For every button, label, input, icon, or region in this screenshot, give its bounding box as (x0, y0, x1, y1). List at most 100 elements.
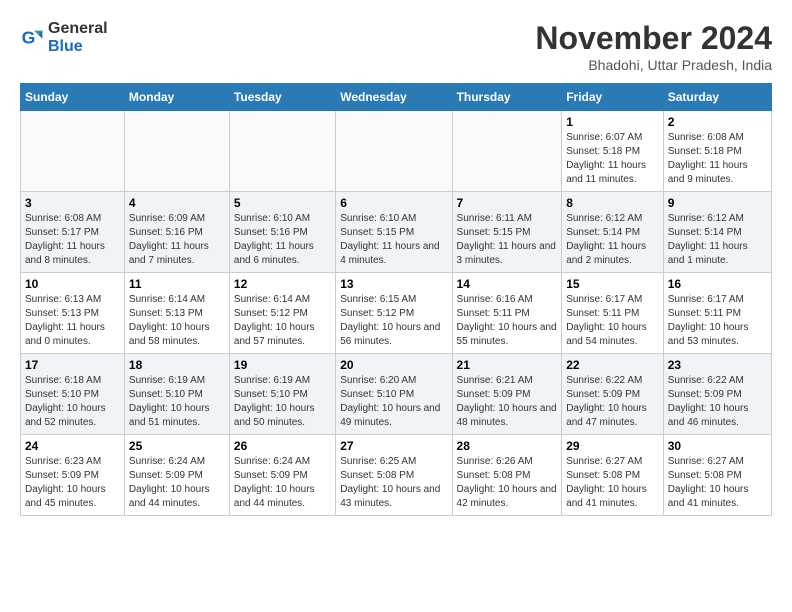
header-wednesday: Wednesday (336, 84, 452, 111)
day-info: Sunrise: 6:22 AMSunset: 5:09 PMDaylight:… (566, 374, 659, 430)
calendar-cell (336, 111, 452, 192)
day-number: 2 (668, 115, 767, 129)
day-number: 17 (25, 358, 120, 372)
day-info: Sunrise: 6:14 AMSunset: 5:13 PMDaylight:… (129, 293, 225, 349)
calendar-table: SundayMondayTuesdayWednesdayThursdayFrid… (20, 83, 772, 516)
calendar-cell (21, 111, 125, 192)
calendar-cell (452, 111, 562, 192)
day-number: 29 (566, 439, 659, 453)
calendar-cell: 23 Sunrise: 6:22 AMSunset: 5:09 PMDayligh… (663, 354, 771, 435)
calendar-cell: 20 Sunrise: 6:20 AMSunset: 5:10 PMDayligh… (336, 354, 452, 435)
calendar-cell: 3 Sunrise: 6:08 AMSunset: 5:17 PMDaylight… (21, 192, 125, 273)
day-number: 30 (668, 439, 767, 453)
logo: G General Blue (20, 20, 108, 56)
day-number: 20 (340, 358, 447, 372)
day-number: 26 (234, 439, 331, 453)
day-number: 11 (129, 277, 225, 291)
day-number: 28 (457, 439, 558, 453)
day-number: 14 (457, 277, 558, 291)
day-info: Sunrise: 6:12 AMSunset: 5:14 PMDaylight:… (668, 212, 767, 268)
calendar-cell: 13 Sunrise: 6:15 AMSunset: 5:12 PMDayligh… (336, 273, 452, 354)
day-info: Sunrise: 6:10 AMSunset: 5:16 PMDaylight:… (234, 212, 331, 268)
calendar-cell: 4Sunrise: 6:09 AMSunset: 5:16 PMDaylight… (124, 192, 229, 273)
calendar-cell: 27Sunrise: 6:25 AMSunset: 5:08 PMDayligh… (336, 435, 452, 516)
day-info: Sunrise: 6:15 AMSunset: 5:12 PMDaylight:… (340, 293, 447, 349)
day-info: Sunrise: 6:11 AMSunset: 5:15 PMDaylight:… (457, 212, 558, 268)
day-number: 5 (234, 196, 331, 210)
day-info: Sunrise: 6:20 AMSunset: 5:10 PMDaylight:… (340, 374, 447, 430)
header-friday: Friday (562, 84, 664, 111)
header-sunday: Sunday (21, 84, 125, 111)
header-monday: Monday (124, 84, 229, 111)
calendar-cell: 15 Sunrise: 6:17 AMSunset: 5:11 PMDayligh… (562, 273, 664, 354)
day-number: 7 (457, 196, 558, 210)
day-number: 19 (234, 358, 331, 372)
calendar-cell: 12 Sunrise: 6:14 AMSunset: 5:12 PMDayligh… (229, 273, 335, 354)
header-thursday: Thursday (452, 84, 562, 111)
calendar-cell: 1Sunrise: 6:07 AMSunset: 5:18 PMDaylight… (562, 111, 664, 192)
logo-blue: Blue (48, 38, 83, 55)
day-info: Sunrise: 6:09 AMSunset: 5:16 PMDaylight:… (129, 212, 225, 268)
calendar-cell: 26 Sunrise: 6:24 AMSunset: 5:09 PMDayligh… (229, 435, 335, 516)
calendar-cell: 5 Sunrise: 6:10 AMSunset: 5:16 PMDaylight… (229, 192, 335, 273)
calendar-cell: 11 Sunrise: 6:14 AMSunset: 5:13 PMDayligh… (124, 273, 229, 354)
day-info: Sunrise: 6:27 AMSunset: 5:08 PMDaylight:… (566, 455, 659, 511)
week-row-4: 17 Sunrise: 6:18 AMSunset: 5:10 PMDayligh… (21, 354, 772, 435)
calendar-cell: 9 Sunrise: 6:12 AMSunset: 5:14 PMDaylight… (663, 192, 771, 273)
week-row-1: 1Sunrise: 6:07 AMSunset: 5:18 PMDaylight… (21, 111, 772, 192)
calendar-cell (229, 111, 335, 192)
page-header: G General Blue November 2024 Bhadohi, Ut… (20, 20, 772, 73)
day-number: 21 (457, 358, 558, 372)
day-info: Sunrise: 6:24 AMSunset: 5:09 PMDaylight:… (129, 455, 225, 511)
day-info: Sunrise: 6:17 AMSunset: 5:11 PMDaylight:… (566, 293, 659, 349)
month-title: November 2024 (535, 20, 772, 57)
day-info: Sunrise: 6:10 AMSunset: 5:15 PMDaylight:… (340, 212, 447, 268)
day-info: Sunrise: 6:22 AMSunset: 5:09 PMDaylight:… (668, 374, 767, 430)
calendar-cell: 21 Sunrise: 6:21 AMSunset: 5:09 PMDayligh… (452, 354, 562, 435)
day-number: 16 (668, 277, 767, 291)
day-number: 3 (25, 196, 120, 210)
calendar-cell: 2Sunrise: 6:08 AMSunset: 5:18 PMDaylight… (663, 111, 771, 192)
day-info: Sunrise: 6:16 AMSunset: 5:11 PMDaylight:… (457, 293, 558, 349)
calendar-cell: 18 Sunrise: 6:19 AMSunset: 5:10 PMDayligh… (124, 354, 229, 435)
week-row-3: 10 Sunrise: 6:13 AMSunset: 5:13 PMDayligh… (21, 273, 772, 354)
logo-general: General (48, 20, 108, 37)
calendar-cell: 30Sunrise: 6:27 AMSunset: 5:08 PMDayligh… (663, 435, 771, 516)
header-tuesday: Tuesday (229, 84, 335, 111)
day-info: Sunrise: 6:21 AMSunset: 5:09 PMDaylight:… (457, 374, 558, 430)
day-info: Sunrise: 6:13 AMSunset: 5:13 PMDaylight:… (25, 293, 120, 349)
day-info: Sunrise: 6:17 AMSunset: 5:11 PMDaylight:… (668, 293, 767, 349)
day-number: 12 (234, 277, 331, 291)
calendar-cell (124, 111, 229, 192)
svg-text:G: G (22, 28, 36, 48)
day-number: 22 (566, 358, 659, 372)
day-info: Sunrise: 6:12 AMSunset: 5:14 PMDaylight:… (566, 212, 659, 268)
calendar-cell: 8 Sunrise: 6:12 AMSunset: 5:14 PMDaylight… (562, 192, 664, 273)
calendar-cell: 6 Sunrise: 6:10 AMSunset: 5:15 PMDaylight… (336, 192, 452, 273)
calendar-cell: 28Sunrise: 6:26 AMSunset: 5:08 PMDayligh… (452, 435, 562, 516)
day-info: Sunrise: 6:24 AMSunset: 5:09 PMDaylight:… (234, 455, 331, 511)
day-number: 23 (668, 358, 767, 372)
day-number: 27 (340, 439, 447, 453)
calendar-cell: 25 Sunrise: 6:24 AMSunset: 5:09 PMDayligh… (124, 435, 229, 516)
day-number: 13 (340, 277, 447, 291)
day-info: Sunrise: 6:19 AMSunset: 5:10 PMDaylight:… (234, 374, 331, 430)
day-number: 8 (566, 196, 659, 210)
day-info: Sunrise: 6:07 AMSunset: 5:18 PMDaylight:… (566, 131, 659, 187)
day-info: Sunrise: 6:19 AMSunset: 5:10 PMDaylight:… (129, 374, 225, 430)
header-row: SundayMondayTuesdayWednesdayThursdayFrid… (21, 84, 772, 111)
calendar-cell: 16 Sunrise: 6:17 AMSunset: 5:11 PMDayligh… (663, 273, 771, 354)
day-info: Sunrise: 6:08 AMSunset: 5:17 PMDaylight:… (25, 212, 120, 268)
day-number: 25 (129, 439, 225, 453)
week-row-2: 3 Sunrise: 6:08 AMSunset: 5:17 PMDaylight… (21, 192, 772, 273)
day-number: 10 (25, 277, 120, 291)
day-number: 24 (25, 439, 120, 453)
logo-icon: G (20, 26, 44, 50)
calendar-cell: 7 Sunrise: 6:11 AMSunset: 5:15 PMDaylight… (452, 192, 562, 273)
day-info: Sunrise: 6:18 AMSunset: 5:10 PMDaylight:… (25, 374, 120, 430)
day-number: 9 (668, 196, 767, 210)
day-number: 6 (340, 196, 447, 210)
day-number: 15 (566, 277, 659, 291)
day-info: Sunrise: 6:14 AMSunset: 5:12 PMDaylight:… (234, 293, 331, 349)
day-number: 18 (129, 358, 225, 372)
